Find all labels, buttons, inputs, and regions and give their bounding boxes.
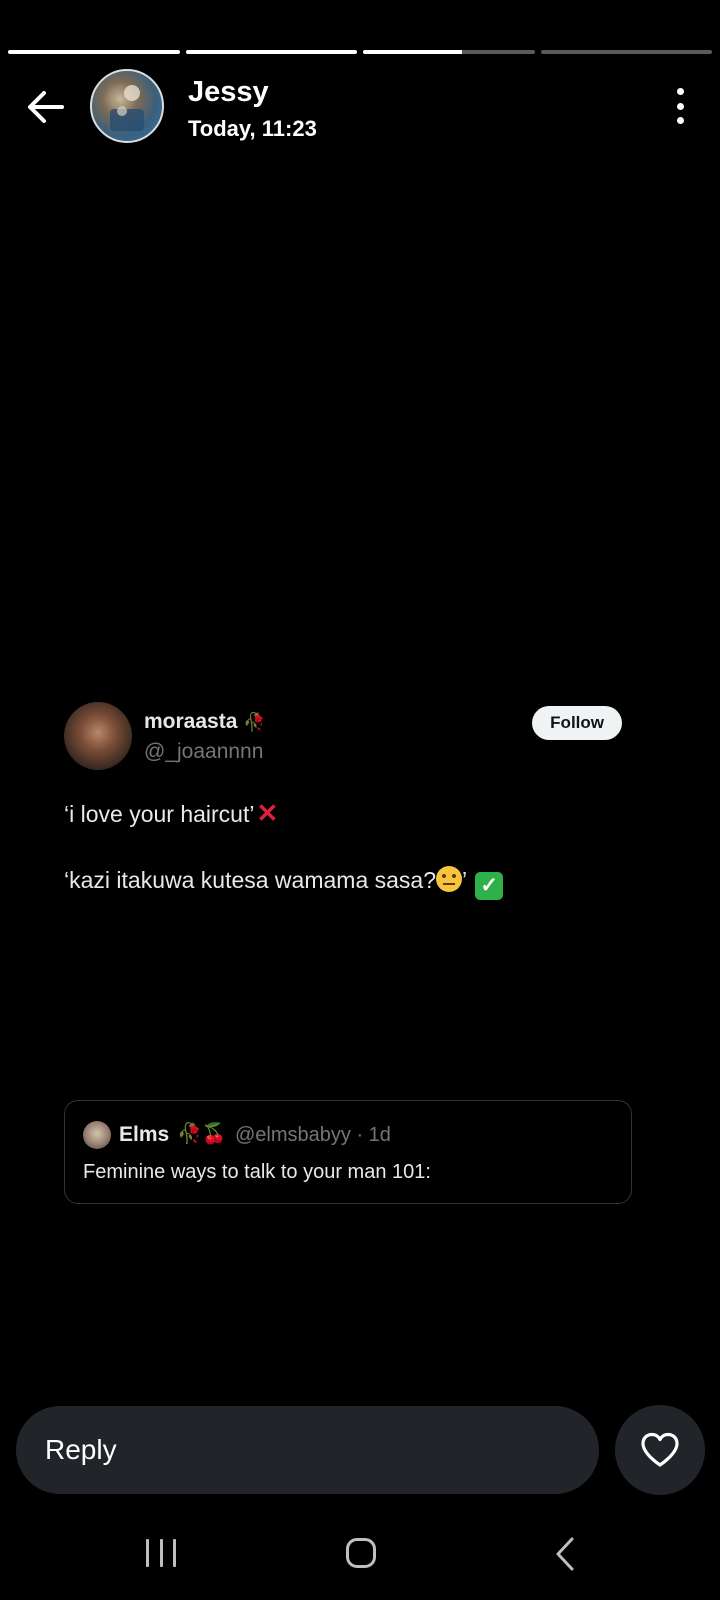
more-vertical-icon-dot [676, 117, 684, 124]
tweet-text-line-1: ‘i love your haircut’✕ [64, 798, 278, 829]
tweet-author-name: moraasta 🥀 [144, 710, 266, 734]
more-vertical-icon-dot [676, 102, 684, 110]
check-mark-icon: ✓ [475, 872, 504, 900]
avatar[interactable] [90, 69, 164, 143]
tweet-text-1: ‘i love your haircut’ [64, 801, 255, 827]
recents-icon[interactable] [146, 1539, 176, 1567]
rose-emoji-icon: 🥀 [243, 712, 266, 732]
follow-button[interactable]: Follow [532, 706, 622, 740]
back-button[interactable] [22, 84, 68, 130]
heart-outline-icon [641, 1432, 679, 1467]
progress-fill [363, 50, 463, 54]
arrow-left-icon [28, 91, 64, 123]
raised-eyebrow-face-icon [436, 866, 462, 892]
reply-input[interactable]: Reply [16, 1406, 599, 1494]
story-timestamp: Today, 11:23 [188, 116, 317, 141]
tweet-handle: @_joaannnn [144, 740, 264, 763]
tweet-text-line-2: ‘kazi itakuwa kutesa wamama sasa? ’ ✓ [64, 866, 504, 900]
tweet-author-name-text: moraasta [144, 710, 238, 733]
story-content[interactable]: moraasta 🥀 @_joaannnn Follow ‘i love you… [0, 152, 720, 1410]
more-vertical-icon [676, 88, 684, 95]
quoted-tweet: Elms 🥀🍒 @elmsbabyy · 1d Feminine ways to… [64, 1100, 632, 1204]
tweet-text-2: ‘kazi itakuwa kutesa wamama sasa? [64, 867, 436, 893]
reply-placeholder: Reply [45, 1434, 117, 1465]
quoted-tweet-text: Feminine ways to talk to your man 101: [83, 1161, 431, 1183]
tweet-avatar [64, 702, 132, 770]
like-button[interactable] [615, 1405, 705, 1495]
recents-icon-bar [173, 1539, 176, 1567]
quoted-tweet-author: Elms [119, 1123, 170, 1146]
story-author-name[interactable]: Jessy [188, 76, 269, 109]
progress-segment-4 [540, 50, 712, 54]
rose-cherries-emoji-icon: 🥀🍒 [177, 1123, 227, 1145]
story-progress-bar [8, 50, 712, 54]
avatar-photo [110, 85, 144, 131]
quoted-tweet-avatar [83, 1121, 111, 1149]
more-options-button[interactable] [672, 88, 688, 124]
nav-back-icon[interactable] [552, 1536, 578, 1572]
progress-segment-3 [363, 50, 535, 54]
progress-segment-1 [8, 50, 180, 54]
progress-fill [185, 50, 357, 54]
home-icon[interactable] [346, 1538, 376, 1568]
tweet-text-2-close-quote: ’ [462, 867, 468, 893]
recents-icon-bar [159, 1539, 163, 1567]
recents-icon-bar [146, 1539, 149, 1567]
quoted-tweet-handle: @elmsbabyy · 1d [235, 1124, 391, 1146]
progress-segment-2 [185, 50, 357, 54]
cross-mark-icon: ✕ [256, 798, 279, 828]
progress-fill [8, 50, 180, 54]
